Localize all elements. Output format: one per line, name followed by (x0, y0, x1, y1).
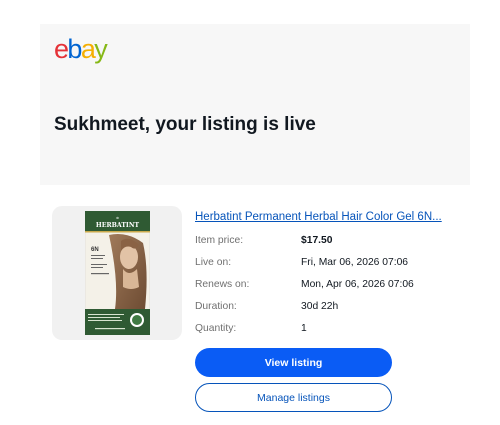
listing-title-link[interactable]: Herbatint Permanent Herbal Hair Color Ge… (195, 211, 442, 223)
ebay-logo[interactable]: ebay (54, 34, 108, 64)
live-on-value: Fri, Mar 06, 2026 07:06 (301, 257, 409, 268)
logo-letter-e: e (54, 34, 69, 64)
logo-letter-y: y (94, 34, 107, 64)
detail-label: Item price: (195, 235, 244, 246)
manage-listings-button[interactable]: Manage listings (195, 383, 392, 412)
logo-letter-b: b (67, 34, 82, 64)
hero-banner: ebay Sukhmeet, your listing is live (40, 24, 470, 185)
page-title: Sukhmeet, your listing is live (54, 114, 316, 135)
quantity-value: 1 (301, 323, 307, 334)
detail-label: Live on: (195, 257, 232, 268)
detail-label: Duration: (195, 301, 237, 312)
detail-label: Renews on: (195, 279, 250, 290)
product-shade-text: 6N (91, 247, 99, 253)
detail-label: Quantity: (195, 323, 237, 334)
duration-value: 30d 22h (301, 301, 339, 312)
view-listing-button[interactable]: View listing (195, 348, 392, 377)
product-brand-text: HERBATINT (96, 222, 140, 229)
logo-letter-a: a (80, 34, 96, 64)
item-price-value: $17.50 (301, 235, 333, 246)
renews-on-value: Mon, Apr 06, 2026 07:06 (301, 279, 414, 290)
product-image-frame[interactable]: ✿ HERBATINT 6N (52, 206, 182, 340)
email-page: ebay Sukhmeet, your listing is live ✿ HE… (0, 0, 500, 425)
product-image[interactable]: ✿ HERBATINT 6N (85, 211, 150, 335)
